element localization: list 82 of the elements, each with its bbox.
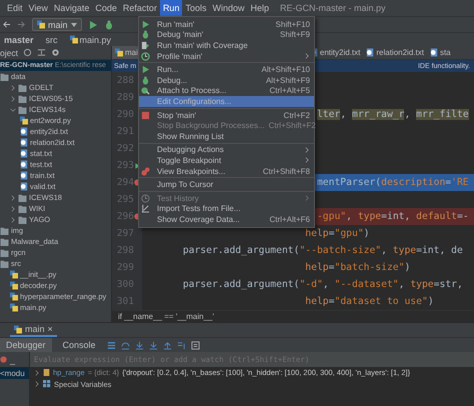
gear-icon[interactable]	[50, 48, 60, 57]
dict-icon	[43, 368, 50, 378]
run-icon[interactable]	[88, 20, 98, 30]
menu-item[interactable]: Run... Alt+Shift+F10	[139, 64, 314, 75]
python-file-icon	[14, 324, 22, 334]
coverage-icon	[141, 40, 150, 50]
clock-icon	[141, 194, 150, 203]
code-line: parser.add_argument("-d", "--dataset", type=str,	[182, 279, 463, 290]
bug-icon	[141, 76, 150, 85]
code-line: help="batch-size")	[305, 262, 410, 273]
caret-icon	[70, 22, 77, 26]
menu-item[interactable]: Debug... Alt+Shift+F9	[139, 74, 314, 86]
bug-icon[interactable]	[104, 20, 114, 30]
code-line: parser.add_argument("--batch-size", type=int, de	[182, 245, 463, 256]
run-config-dropdown[interactable]: main	[32, 18, 82, 31]
run-icon	[141, 65, 150, 74]
menu-item[interactable]: Help	[247, 0, 272, 16]
breadcrumb[interactable]: master	[0, 34, 38, 44]
step-into-icon[interactable]	[134, 340, 144, 350]
target-icon[interactable]	[22, 48, 32, 57]
bug-icon	[141, 30, 150, 40]
menu-icon[interactable]	[106, 340, 116, 350]
calculator-icon[interactable]	[190, 340, 200, 350]
breadcrumb[interactable]: src	[42, 34, 62, 44]
python-file-icon	[10, 270, 18, 279]
editor-tab[interactable]: sta	[426, 46, 454, 59]
code-line: lter, mrr_raw_r, mrr_filte	[316, 109, 469, 120]
step-out-icon[interactable]	[162, 340, 172, 350]
breadcrumb[interactable]: main.py	[66, 34, 116, 44]
stop-icon[interactable]	[0, 356, 7, 363]
step-into-icon[interactable]	[148, 340, 158, 350]
code-line: mentParser(description='RE	[316, 177, 469, 188]
python-file-icon	[115, 48, 123, 57]
menu-item[interactable]: Debugging Actions	[139, 144, 314, 156]
forward-arrow-icon[interactable]	[17, 20, 26, 29]
python-file-icon	[10, 292, 18, 301]
code-line: help="gpu")	[305, 228, 370, 239]
debugger-tab[interactable]: Console	[56, 338, 102, 352]
code-line: help="dataset to use")	[305, 296, 434, 307]
debugger-tab[interactable]: Debugger	[0, 338, 52, 352]
menu-item[interactable]: Show Coverage Data... Ctrl+Alt+F6	[139, 214, 314, 225]
stack-frame[interactable]: <modu	[0, 367, 29, 379]
code-line: -gpu", type=int, default=-	[316, 211, 469, 222]
collapse-all-icon[interactable]	[36, 48, 46, 57]
python-file-icon	[10, 281, 18, 290]
menu-item[interactable]: Run	[160, 0, 182, 16]
menu-item[interactable]: Window	[209, 0, 248, 16]
menu-item[interactable]: Run 'main' Shift+F10	[139, 19, 314, 30]
stop-icon	[141, 110, 150, 120]
back-arrow-icon[interactable]	[2, 20, 11, 29]
menu-item[interactable]: Edit	[4, 0, 26, 16]
editor-tab[interactable]: mai	[112, 46, 141, 59]
menu-item[interactable]: Debug 'main' Shift+F9	[139, 30, 314, 40]
python-file-icon	[37, 20, 45, 29]
grid-icon	[43, 380, 51, 388]
editor-tab[interactable]: relation2id.txt	[363, 46, 427, 59]
menu-item[interactable]: Toggle Breakpoint	[139, 155, 314, 166]
menu-item[interactable]: Code	[92, 0, 120, 16]
window-title: RE-GCN-master - main.py	[280, 3, 386, 13]
step-over-icon[interactable]	[120, 340, 130, 350]
code-breadcrumb[interactable]: if __name__ == '__main__'	[118, 312, 214, 321]
python-file-icon	[10, 303, 18, 312]
menu-item[interactable]: Refactor	[120, 0, 160, 16]
menu-item[interactable]: View	[26, 0, 51, 16]
breakpoints-icon	[141, 166, 150, 176]
thread-selector[interactable]: _	[10, 354, 16, 364]
python-file-icon	[20, 116, 28, 125]
menu-item[interactable]: View Breakpoints... Ctrl+Shift+F8	[139, 166, 314, 176]
menu-item[interactable]: Show Running List	[139, 130, 314, 142]
panel-title[interactable]: oject	[0, 48, 18, 58]
run-icon	[141, 20, 150, 29]
menu-item[interactable]: Navigate	[50, 0, 92, 16]
menu-item[interactable]: Attach to Process... Ctrl+Alt+F5	[139, 86, 314, 96]
menu-item[interactable]: Import Tests from File...	[139, 204, 314, 214]
menu-item[interactable]: Tools	[182, 0, 210, 16]
python-file-icon	[70, 35, 78, 44]
clock-icon	[141, 52, 150, 61]
menu-item[interactable]: Run 'main' with Coverage	[139, 40, 314, 51]
import-icon	[141, 204, 150, 214]
menu-item[interactable]: Jump To Cursor	[139, 179, 314, 190]
menu-item[interactable]: Stop 'main' Ctrl+F2	[139, 110, 314, 120]
menu-item[interactable]: Profile 'main'	[139, 50, 314, 62]
